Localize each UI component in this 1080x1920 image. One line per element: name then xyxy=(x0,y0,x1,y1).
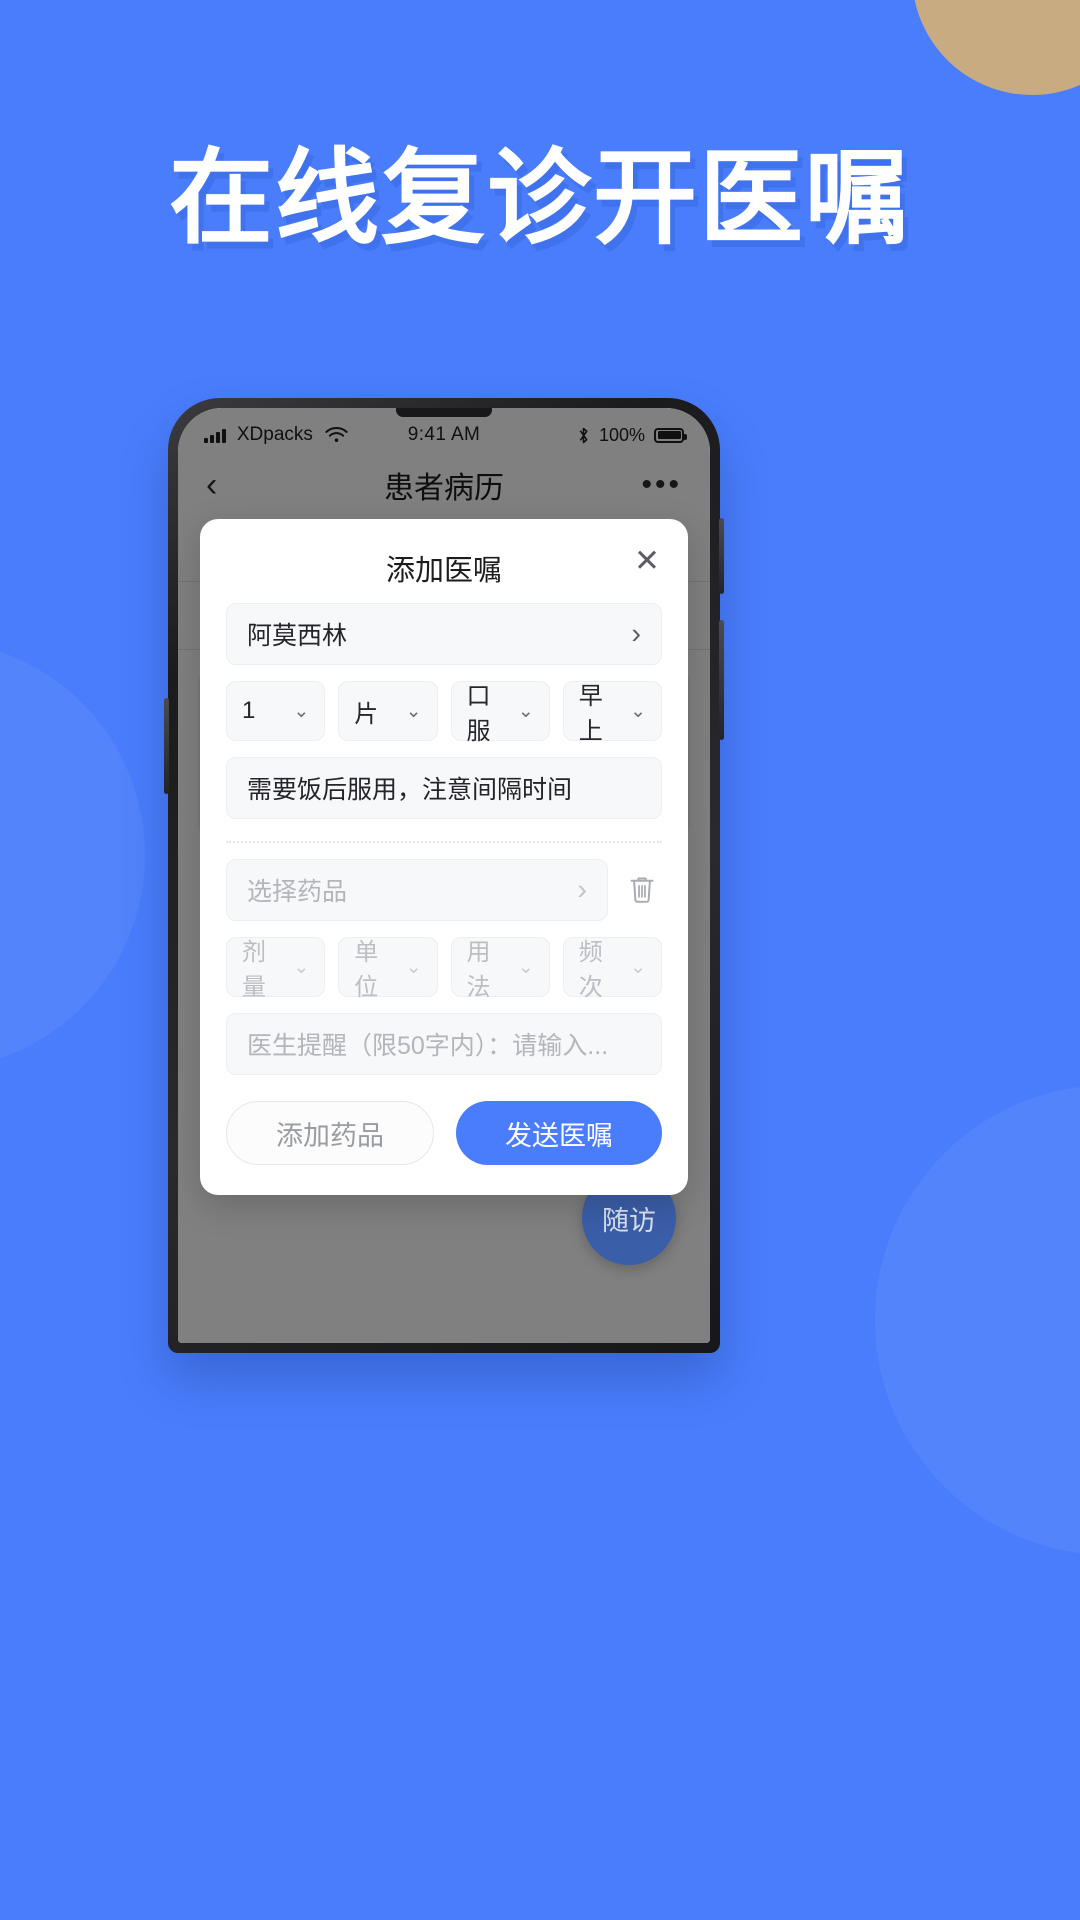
drug-dosage-row: 1 ⌄ 片 ⌄ 口服 ⌄ 早上 ⌄ xyxy=(226,681,662,745)
administration-route-select[interactable]: 口服 ⌄ xyxy=(450,681,550,745)
phone-mockup: XDpacks 9:41 AM 100% ‹ 患者病历 ••• 随访 添加医嘱 … xyxy=(164,398,724,1353)
select-placeholder: 用法 xyxy=(466,939,491,1001)
page-title: 在线复诊开医嘱 xyxy=(168,141,911,257)
phone-button-power xyxy=(164,698,169,794)
battery-percent-label: 100% xyxy=(598,424,646,445)
chevron-down-icon: ⌄ xyxy=(517,700,534,722)
clock-label: 9:41 AM xyxy=(407,424,481,445)
phone-screen: XDpacks 9:41 AM 100% ‹ 患者病历 ••• 随访 添加医嘱 … xyxy=(178,408,710,1343)
drug-select-field[interactable]: 选择药品 › xyxy=(226,859,608,921)
administration-route-select-empty[interactable]: 用法 ⌄ xyxy=(450,937,550,1001)
phone-button-volume-up xyxy=(719,518,724,594)
modal-actions: 添加药品 发送医嘱 xyxy=(226,1101,662,1165)
wifi-icon xyxy=(325,426,348,442)
phone-earpiece xyxy=(396,408,492,417)
nav-bar: ‹ 患者病历 ••• xyxy=(178,454,710,516)
fab-label: 随访 xyxy=(602,1205,656,1236)
chevron-down-icon: ⌄ xyxy=(517,956,534,978)
dose-amount-select-empty[interactable]: 剂量 ⌄ xyxy=(226,937,326,1001)
select-placeholder: 单位 xyxy=(354,939,379,1001)
decor-circle-left xyxy=(0,640,145,1070)
drug-select-placeholder: 选择药品 xyxy=(247,878,348,906)
select-placeholder: 频次 xyxy=(578,939,603,1001)
doctor-note-value: 需要饭后服用，注意间隔时间 xyxy=(247,776,573,804)
bluetooth-icon xyxy=(579,427,588,443)
phone-button-volume-down xyxy=(719,620,724,740)
doctor-reminder-placeholder: 医生提醒（限50字内）：请输入... xyxy=(247,1032,609,1060)
drug-name-field[interactable]: 阿莫西林 › xyxy=(226,603,662,665)
select-value: 片 xyxy=(354,700,379,728)
doctor-note-field[interactable]: 需要饭后服用，注意间隔时间 xyxy=(226,757,662,819)
nav-title: 患者病历 xyxy=(384,472,504,505)
empty-dosage-row: 剂量 ⌄ 单位 ⌄ 用法 ⌄ 频次 ⌄ xyxy=(226,937,662,1001)
send-order-label: 发送医嘱 xyxy=(505,1120,613,1151)
select-value: 1 xyxy=(242,697,256,724)
close-icon[interactable]: ✕ xyxy=(634,545,660,576)
chevron-right-icon: › xyxy=(631,617,641,650)
add-drug-label: 添加药品 xyxy=(276,1120,384,1151)
chevron-down-icon: ⌄ xyxy=(630,700,646,722)
doctor-reminder-field[interactable]: 医生提醒（限50字内）：请输入... xyxy=(226,1013,662,1075)
entry-divider xyxy=(226,841,662,843)
chevron-down-icon: ⌄ xyxy=(293,956,310,978)
more-horizontal-icon[interactable]: ••• xyxy=(641,468,682,502)
select-value: 早上 xyxy=(578,683,603,745)
battery-full-icon xyxy=(654,427,688,443)
frequency-select[interactable]: 早上 ⌄ xyxy=(562,681,662,745)
drug-name-value: 阿莫西林 xyxy=(247,622,348,650)
dose-amount-select[interactable]: 1 ⌄ xyxy=(226,681,326,741)
decor-circle-right xyxy=(875,1085,1080,1555)
empty-drug-entry: 选择药品 › xyxy=(226,847,662,921)
decor-circle-tan xyxy=(912,0,1080,95)
chevron-down-icon: ⌄ xyxy=(293,700,310,722)
trash-icon[interactable] xyxy=(622,859,662,921)
signal-bars-icon xyxy=(204,428,226,443)
select-placeholder: 剂量 xyxy=(242,939,266,1001)
add-drug-button[interactable]: 添加药品 xyxy=(226,1101,434,1165)
send-order-button[interactable]: 发送医嘱 xyxy=(456,1101,662,1165)
select-value: 口服 xyxy=(466,683,491,745)
chevron-down-icon: ⌄ xyxy=(405,700,422,722)
frequency-select-empty[interactable]: 频次 ⌄ xyxy=(562,937,662,1001)
chevron-down-icon: ⌄ xyxy=(630,956,646,978)
modal-header: 添加医嘱 ✕ xyxy=(226,545,662,591)
dose-unit-select-empty[interactable]: 单位 ⌄ xyxy=(338,937,438,1001)
dose-unit-select[interactable]: 片 ⌄ xyxy=(338,681,438,741)
add-order-modal: 添加医嘱 ✕ 阿莫西林 › 1 ⌄ 片 ⌄ 口服 ⌄ 早上 ⌄ 需要饭后服用，注… xyxy=(200,519,688,1195)
modal-title: 添加医嘱 xyxy=(385,555,502,587)
chevron-down-icon: ⌄ xyxy=(405,956,422,978)
chevron-right-icon: › xyxy=(577,873,587,906)
carrier-label: XDpacks xyxy=(236,424,313,445)
